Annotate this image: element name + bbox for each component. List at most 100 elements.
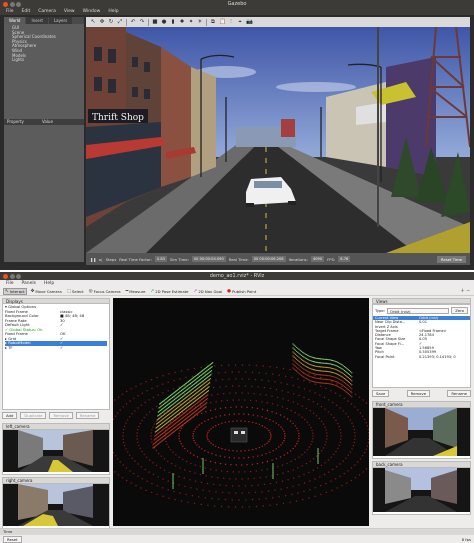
menu-edit[interactable]: Edit bbox=[22, 8, 31, 15]
menu-window[interactable]: Window bbox=[83, 8, 101, 15]
point-light-icon[interactable]: ✹ bbox=[179, 19, 185, 25]
views-box: Type: Orbit (rviz) Zero Current View Orbi… bbox=[372, 304, 471, 388]
iterations-label: Iterations: bbox=[288, 256, 308, 262]
sim-time-value: 00 00:00:04.090 bbox=[191, 256, 226, 262]
tool-label: Select bbox=[71, 288, 84, 294]
box-shape-icon[interactable]: ■ bbox=[152, 19, 158, 25]
remove-view-button[interactable]: Remove bbox=[406, 390, 431, 397]
display-key: ▸ TF bbox=[5, 345, 13, 350]
tool-select[interactable]: ⬚ Select bbox=[66, 288, 85, 295]
rviz-3d-view[interactable] bbox=[113, 298, 369, 526]
interact-icon: ↖ bbox=[5, 288, 9, 294]
rotate-icon[interactable]: ↻ bbox=[108, 19, 114, 25]
views-properties: Current View Orbit (rviz) Near Clip Dista… bbox=[373, 316, 470, 359]
display-value[interactable]: ✓ bbox=[60, 345, 63, 351]
view-type-select[interactable]: Orbit (rviz) bbox=[387, 307, 450, 314]
step-icon[interactable]: ▸| bbox=[99, 257, 102, 262]
toolbar-divider bbox=[206, 18, 207, 26]
tree-item-lights[interactable]: Lights bbox=[7, 58, 81, 63]
right-camera-image bbox=[3, 484, 109, 526]
menu-help[interactable]: Help bbox=[44, 280, 54, 287]
fps-value: 6.76 bbox=[338, 256, 351, 262]
select-arrow-icon[interactable]: ↖ bbox=[90, 19, 96, 25]
rtf-value: 0.83 bbox=[154, 256, 167, 262]
tool-label: 2D Pose Estimate bbox=[155, 288, 189, 294]
rename-view-button[interactable]: Rename bbox=[447, 390, 471, 397]
close-icon[interactable] bbox=[3, 1, 8, 7]
tool-2d-nav-goal[interactable]: ➚ 2D Nav Goal bbox=[193, 288, 224, 295]
translate-icon[interactable]: ✥ bbox=[99, 19, 105, 25]
spot-light-icon[interactable]: ✦ bbox=[188, 19, 194, 25]
screenshot-icon[interactable]: 📷 bbox=[246, 19, 253, 25]
rviz-toolbar: ↖ Interact ✥ Move Camera ⬚ Select ◎ Focus Ca… bbox=[0, 287, 474, 296]
view-value[interactable]: 0.01 bbox=[419, 320, 427, 324]
tool-measure[interactable]: ━ Measure bbox=[125, 288, 147, 295]
gazebo-left-panel: World Insert Layers GUI Scene Spherical … bbox=[4, 17, 84, 262]
duplicate-button[interactable]: Duplicate bbox=[20, 412, 47, 419]
pointcloud-render bbox=[113, 298, 369, 526]
menu-help[interactable]: Help bbox=[108, 8, 118, 15]
menu-view[interactable]: View bbox=[64, 8, 75, 15]
tool-label: Move Camera bbox=[35, 288, 62, 294]
display-value[interactable]: ✓ bbox=[60, 322, 63, 328]
cloud bbox=[276, 82, 356, 92]
pause-icon[interactable]: ❚❚ bbox=[90, 257, 96, 262]
zero-button[interactable]: Zero bbox=[451, 307, 468, 314]
tab-layers[interactable]: Layers bbox=[48, 17, 73, 24]
cylinder-shape-icon[interactable]: ▮ bbox=[170, 19, 176, 25]
tool-label: Focus Camera bbox=[93, 288, 121, 294]
tool-move-camera[interactable]: ✥ Move Camera bbox=[30, 288, 63, 295]
undo-icon[interactable]: ↶ bbox=[130, 19, 136, 25]
sphere-shape-icon[interactable]: ● bbox=[161, 19, 167, 25]
tool-focus-camera[interactable]: ◎ Focus Camera bbox=[88, 288, 122, 295]
tool-interact[interactable]: ↖ Interact bbox=[3, 287, 27, 295]
view-value[interactable]: 0.21393; 0.14193; 0 bbox=[419, 355, 456, 359]
close-icon[interactable] bbox=[3, 273, 8, 279]
tab-world[interactable]: World bbox=[4, 17, 26, 24]
gazebo-window: Gazebo File Edit Camera View Window Help… bbox=[0, 0, 474, 270]
tab-insert[interactable]: Insert bbox=[26, 17, 48, 24]
menu-file[interactable]: File bbox=[6, 8, 14, 15]
menu-file[interactable]: File bbox=[6, 280, 14, 287]
tool-publish-point[interactable]: ● Publish Point bbox=[226, 288, 257, 295]
directional-light-icon[interactable]: ☀ bbox=[197, 19, 203, 25]
ruler-icon: ━ bbox=[125, 288, 129, 294]
scale-icon[interactable]: ⤢ bbox=[117, 19, 123, 25]
display-row[interactable]: ▸ TF ✓ bbox=[5, 345, 107, 351]
toolbar-divider bbox=[148, 18, 149, 26]
save-view-button[interactable]: Save bbox=[372, 390, 390, 397]
menu-panels[interactable]: Panels bbox=[22, 280, 36, 287]
maximize-icon[interactable] bbox=[16, 1, 21, 7]
rtf-label: Real Time Factor: bbox=[119, 256, 152, 262]
rviz-title-bar: demo_ao1.rviz* - RViz bbox=[0, 272, 474, 280]
menu-camera[interactable]: Camera bbox=[38, 8, 56, 15]
rename-button[interactable]: Rename bbox=[75, 412, 100, 419]
view-key: Focal Point bbox=[375, 354, 395, 359]
snap-icon[interactable]: ⌖ bbox=[237, 19, 243, 25]
minimize-icon[interactable] bbox=[9, 273, 15, 279]
minimize-icon[interactable] bbox=[9, 1, 15, 7]
redo-icon[interactable]: ↷ bbox=[139, 19, 145, 25]
add-button[interactable]: Add bbox=[2, 412, 18, 419]
gazebo-3d-viewport[interactable]: Thrift Shop bbox=[86, 27, 470, 253]
view-row[interactable]: Focal Point 0.21393; 0.14193; 0 bbox=[373, 355, 470, 359]
paste-icon[interactable]: 📋 bbox=[219, 19, 226, 25]
align-icon[interactable]: ⫶ bbox=[228, 19, 234, 25]
front-camera-panel: front_camera bbox=[372, 401, 471, 459]
shop-sign: Thrift Shop bbox=[92, 113, 144, 123]
reset-button[interactable]: Reset bbox=[3, 535, 22, 543]
real-time-value: 00 00:00:06.208 bbox=[251, 256, 286, 262]
rviz-left-panel: Displays ▾ Global Options Fixed Frame cla… bbox=[2, 298, 110, 529]
tool-2d-pose-estimate[interactable]: ➚ 2D Pose Estimate bbox=[149, 288, 189, 295]
display-buttons: Add Duplicate Remove Rename bbox=[2, 410, 110, 421]
view-buttons: Save Remove Rename bbox=[372, 388, 471, 399]
remove-button[interactable]: Remove bbox=[49, 412, 73, 419]
tool-label: 2D Nav Goal bbox=[198, 288, 223, 294]
maximize-icon[interactable] bbox=[16, 273, 21, 279]
reset-time-button[interactable]: Reset Time bbox=[436, 255, 466, 263]
plus-minus-icon[interactable]: ＋ − bbox=[460, 288, 470, 294]
copy-icon[interactable]: ⧉ bbox=[210, 19, 216, 25]
gazebo-toolbar: ↖ ✥ ↻ ⤢ ↶ ↷ ■ ● ▮ ✹ ✦ ☀ ⧉ 📋 ⫶ ⌖ 📷 bbox=[86, 17, 470, 27]
gazebo-menubar: File Edit Camera View Window Help bbox=[0, 8, 474, 15]
building-left-3 bbox=[161, 47, 191, 187]
